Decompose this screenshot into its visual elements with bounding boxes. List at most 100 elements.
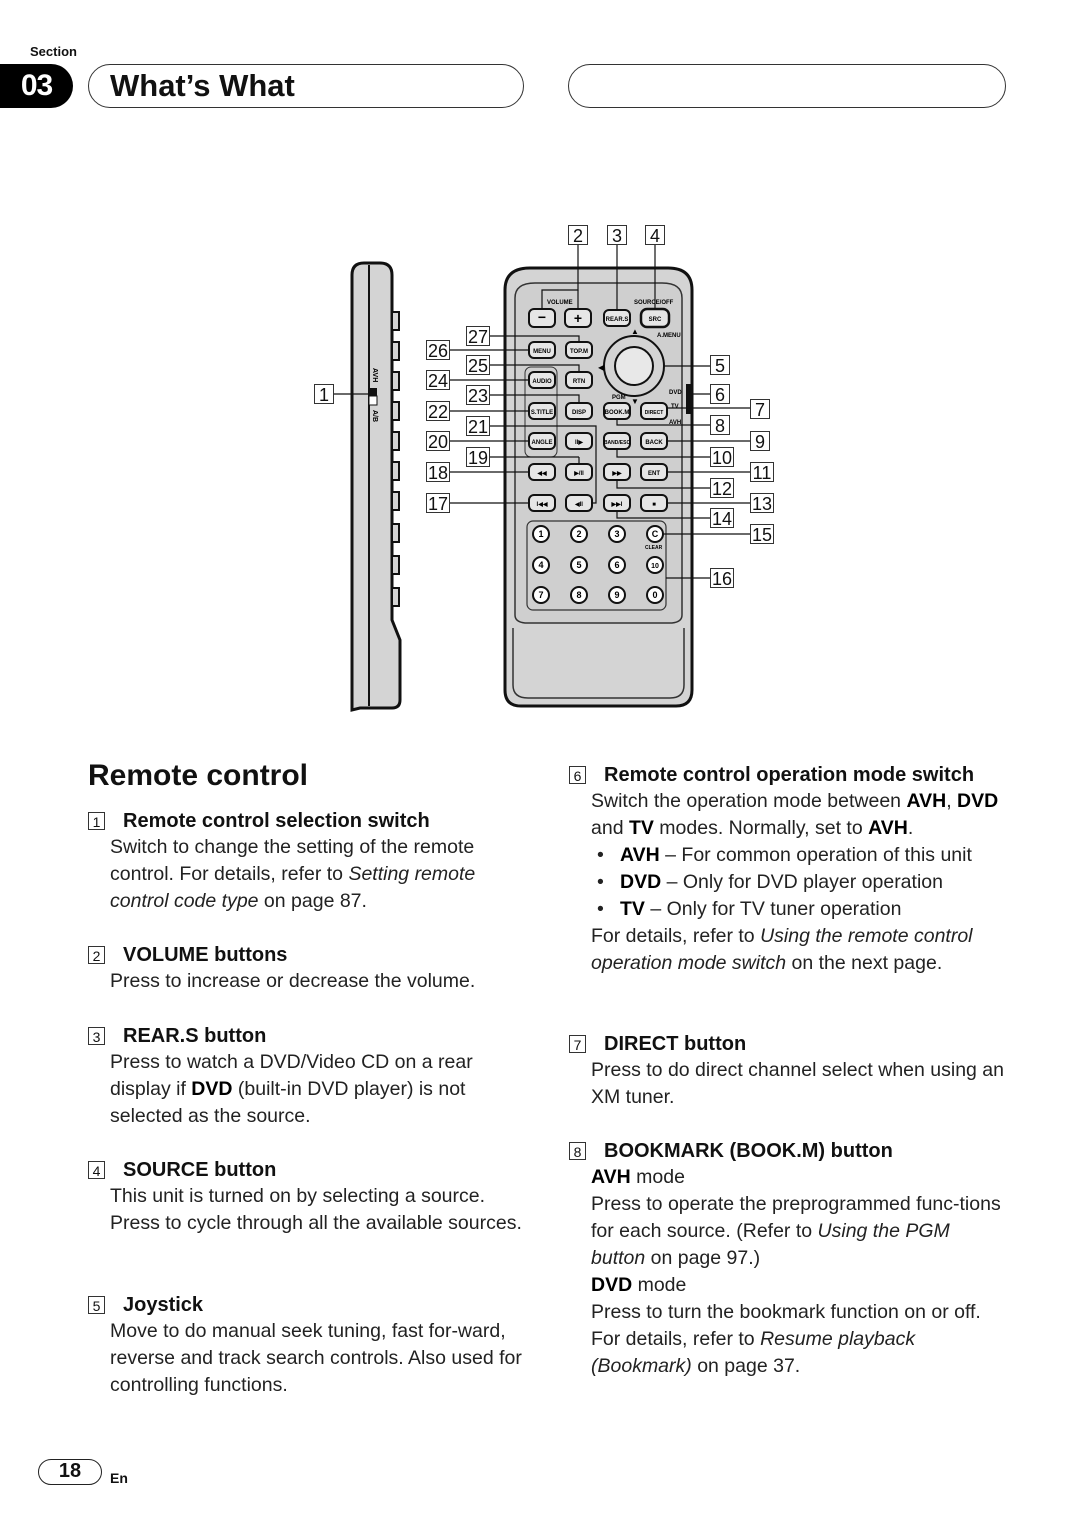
callout-3: 3 xyxy=(607,225,627,246)
svg-text:I◀◀: I◀◀ xyxy=(537,501,548,508)
bullet-avh: AVH – For common operation of this unit xyxy=(591,842,1009,869)
rear-s-button: REAR.S xyxy=(603,309,631,327)
rewind-button: ◀◀ xyxy=(528,463,556,481)
callout-13: 13 xyxy=(750,493,774,514)
callout-9: 9 xyxy=(750,431,770,452)
item-body: Move to do manual seek tuning, fast for-… xyxy=(110,1320,522,1396)
callout-12: 12 xyxy=(710,478,734,499)
keypad-5: 5 xyxy=(570,556,588,574)
callout-5: 5 xyxy=(710,355,730,376)
top-m-button: TOP.M xyxy=(565,341,593,359)
item-title: BOOKMARK (BOOK.M) button xyxy=(604,1140,893,1162)
item-body: Press to do direct channel select when u… xyxy=(591,1059,1004,1108)
svg-text:◀◀: ◀◀ xyxy=(536,470,547,477)
keypad-8: 8 xyxy=(570,586,588,604)
item-title: Remote control selection switch xyxy=(123,810,430,832)
item-5: 5 Joystick Move to do manual seek tuning,… xyxy=(88,1292,528,1399)
item-title: DIRECT button xyxy=(604,1033,747,1055)
avh-mode-text: Press to operate the preprogrammed func-… xyxy=(591,1193,1001,1269)
item-reference: For details, refer to Using the remote c… xyxy=(591,925,973,974)
svg-text:AUDIO: AUDIO xyxy=(532,379,552,385)
rtn-button: RTN xyxy=(565,371,593,389)
svg-text:6: 6 xyxy=(614,560,619,570)
section-label: Section xyxy=(30,44,77,59)
callout-16: 16 xyxy=(710,568,734,589)
item-number: 1 xyxy=(88,812,105,830)
svg-text:3: 3 xyxy=(614,529,619,539)
svg-text:◀: ◀ xyxy=(598,363,605,372)
src-button: SRC xyxy=(639,307,671,329)
callout-14: 14 xyxy=(710,508,734,529)
item-6: 6 Remote control operation mode switch Sw… xyxy=(569,762,1009,977)
svg-text:◀II: ◀II xyxy=(574,501,583,508)
direct-button: DIRECT xyxy=(640,402,668,420)
section-number-badge: 03 xyxy=(0,64,73,108)
callout-18: 18 xyxy=(426,462,450,483)
svg-text:7: 7 xyxy=(538,590,543,600)
book-m-button: BOOK.M xyxy=(603,402,631,420)
remote-side-view: AVH A/B xyxy=(350,261,402,712)
svg-text:▶/II: ▶/II xyxy=(573,470,584,477)
item-body: AVH mode Press to operate the preprogram… xyxy=(591,1164,1009,1380)
item-3: 3 REAR.S button Press to watch a DVD/Vide… xyxy=(88,1023,528,1130)
avh-mode-label: AVH mode xyxy=(591,1166,685,1188)
svg-text:▼: ▼ xyxy=(631,397,639,406)
svg-text:BOOK.M: BOOK.M xyxy=(605,410,630,416)
item-title: VOLUME buttons xyxy=(123,944,288,966)
slow-reverse-button: ◀II xyxy=(565,494,593,512)
keypad-4: 4 xyxy=(532,556,550,574)
svg-text:DIRECT: DIRECT xyxy=(645,410,664,416)
svg-text:8: 8 xyxy=(576,590,581,600)
svg-text:CLEAR: CLEAR xyxy=(645,545,663,551)
svg-text:▶▶I: ▶▶I xyxy=(611,501,623,508)
svg-text:A.MENU: A.MENU xyxy=(657,333,681,339)
svg-text:■: ■ xyxy=(652,502,656,508)
band-esc-button: BAND/ESC xyxy=(603,432,631,450)
svg-text:10: 10 xyxy=(651,563,659,570)
svg-text:1: 1 xyxy=(538,529,543,539)
item-body: Switch the operation mode between AVH, D… xyxy=(591,788,1009,977)
angle-button: ANGLE xyxy=(528,432,556,450)
callout-15: 15 xyxy=(750,524,774,545)
joystick xyxy=(614,346,654,386)
svg-text:BAND/ESC: BAND/ESC xyxy=(604,440,631,446)
item-title: Joystick xyxy=(123,1294,204,1316)
svg-text:MENU: MENU xyxy=(533,349,551,355)
svg-text:▲: ▲ xyxy=(631,327,639,336)
item-body: Press to increase or decrease the volume… xyxy=(110,970,476,992)
item-2: 2 VOLUME buttons Press to increase or dec… xyxy=(88,942,528,995)
callout-20: 20 xyxy=(426,431,450,452)
switch-label-bottom: A/B xyxy=(371,410,378,422)
volume-plus-button: + xyxy=(564,308,592,328)
item-number: 2 xyxy=(88,946,105,964)
svg-text:REAR.S: REAR.S xyxy=(606,317,629,323)
callout-11: 11 xyxy=(750,462,774,483)
disp-button: DISP xyxy=(565,402,593,420)
svg-text:DISP: DISP xyxy=(572,410,586,416)
mode-switch xyxy=(686,384,692,414)
keypad-0: 0 xyxy=(646,586,664,604)
next-track-button: ▶▶I xyxy=(603,494,631,512)
keypad-3: 3 xyxy=(608,525,626,543)
item-body: Switch to change the setting of the remo… xyxy=(110,836,476,912)
callout-21: 21 xyxy=(466,416,490,437)
item-body: Press to watch a DVD/Video CD on a rear … xyxy=(110,1051,473,1127)
empty-header-frame xyxy=(568,64,1006,108)
audio-button: AUDIO xyxy=(528,371,556,389)
svg-text:ANGLE: ANGLE xyxy=(532,440,553,446)
back-button: BACK xyxy=(640,432,668,450)
keypad-2: 2 xyxy=(570,525,588,543)
bullet-dvd: DVD – Only for DVD player operation xyxy=(591,869,1009,896)
item-title: SOURCE button xyxy=(123,1159,277,1181)
callout-6: 6 xyxy=(710,384,730,405)
callout-24: 24 xyxy=(426,370,450,391)
ent-button: ENT xyxy=(640,463,668,481)
svg-text:VOLUME: VOLUME xyxy=(547,300,573,306)
callout-4: 4 xyxy=(645,225,665,246)
svg-text:TOP.M: TOP.M xyxy=(570,349,588,355)
item-8: 8 BOOKMARK (BOOK.M) button AVH mode Press… xyxy=(569,1138,1009,1380)
page-number: 18 xyxy=(38,1459,102,1485)
svg-text:SRC: SRC xyxy=(649,317,662,323)
svg-text:2: 2 xyxy=(576,529,581,539)
callout-23: 23 xyxy=(466,385,490,406)
